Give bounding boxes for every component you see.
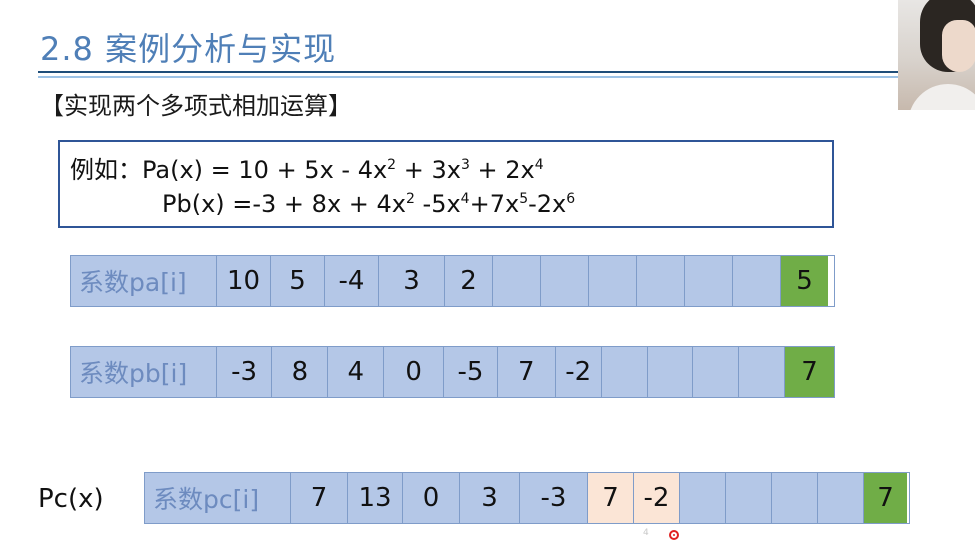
array-pa-cell xyxy=(637,256,685,306)
formula-pb-line: Pb(x) =-3 + 8x + 4x2 -5x4+7x5-2x6 xyxy=(162,190,576,218)
slide-title: 2.8 案例分析与实现 xyxy=(40,30,337,68)
array-pa-cell xyxy=(589,256,637,306)
array-pa-count-cell: 5 xyxy=(781,256,828,306)
array-pc-cell xyxy=(818,473,864,523)
array-pb-cell xyxy=(647,347,694,397)
array-pc: 系数pc[i] 7 13 0 3 -3 7 -2 7 xyxy=(144,472,910,524)
array-pb-label: 系数pb[i] xyxy=(71,347,217,397)
formula-prefix: 例如： xyxy=(70,156,142,184)
array-pc-cell: 7 xyxy=(291,473,348,523)
array-pb-cell: -3 xyxy=(216,347,273,397)
title-divider-light xyxy=(38,76,900,78)
array-pa-cell xyxy=(685,256,733,306)
array-pb-count-cell: 7 xyxy=(785,347,834,397)
small-annotation-mark: 4 xyxy=(643,528,649,538)
array-pc-count-cell: 7 xyxy=(864,473,907,523)
array-pa-cell xyxy=(733,256,781,306)
array-pa-cell: 3 xyxy=(379,256,445,306)
title-divider-dark xyxy=(38,71,900,73)
array-pb-cell: 7 xyxy=(497,347,556,397)
array-pa-cell: 5 xyxy=(271,256,325,306)
array-pc-cell xyxy=(726,473,772,523)
pointer-cursor-icon xyxy=(669,530,679,540)
array-pb-cell xyxy=(739,347,786,397)
array-pb-cell: 4 xyxy=(328,347,385,397)
array-pa: 系数pa[i] 10 5 -4 3 2 5 xyxy=(70,255,835,307)
array-pc-cell xyxy=(772,473,818,523)
slide-subtitle: 【实现两个多项式相加运算】 xyxy=(40,92,352,120)
pc-polynomial-label: Pc(x) xyxy=(38,484,104,514)
array-pa-label: 系数pa[i] xyxy=(71,256,217,306)
array-pc-cell xyxy=(680,473,726,523)
array-pc-cell: 0 xyxy=(403,473,460,523)
presenter-webcam-thumbnail xyxy=(898,0,975,110)
array-pc-cell-highlighted: 7 xyxy=(588,473,634,523)
array-pa-cell: -4 xyxy=(325,256,379,306)
array-pb-cell: -2 xyxy=(555,347,602,397)
array-pa-cell xyxy=(541,256,589,306)
array-pa-cell: 2 xyxy=(445,256,493,306)
array-pb-cell xyxy=(693,347,740,397)
array-pa-cell xyxy=(493,256,541,306)
formula-pa-line: 例如：Pa(x) = 10 + 5x - 4x2 + 3x3 + 2x4 xyxy=(70,156,544,184)
array-pa-cell: 10 xyxy=(217,256,271,306)
array-pb: 系数pb[i] -3 8 4 0 -5 7 -2 7 xyxy=(70,346,835,398)
array-pc-label: 系数pc[i] xyxy=(145,473,291,523)
array-pc-cell: 13 xyxy=(348,473,403,523)
array-pc-cell: -3 xyxy=(520,473,588,523)
formula-box: 例如：Pa(x) = 10 + 5x - 4x2 + 3x3 + 2x4 Pb(… xyxy=(58,140,834,228)
array-pb-cell: 8 xyxy=(272,347,329,397)
array-pc-cell: 3 xyxy=(460,473,520,523)
array-pb-cell: 0 xyxy=(384,347,445,397)
array-pb-cell: -5 xyxy=(444,347,498,397)
array-pb-cell xyxy=(601,347,648,397)
array-pc-cell-highlighted: -2 xyxy=(634,473,680,523)
